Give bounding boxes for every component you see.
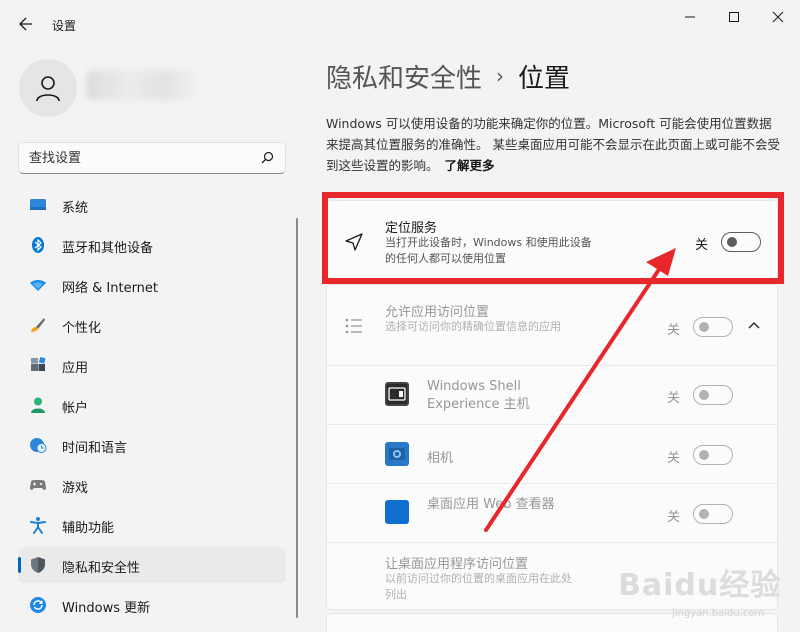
annotation-arrow: [484, 248, 676, 532]
watermark-logo: Baidu经验: [618, 568, 782, 603]
watermark: Baidu经验 jingyan.baidu.com: [612, 560, 792, 630]
watermark-url: jingyan.baidu.com: [672, 608, 765, 619]
